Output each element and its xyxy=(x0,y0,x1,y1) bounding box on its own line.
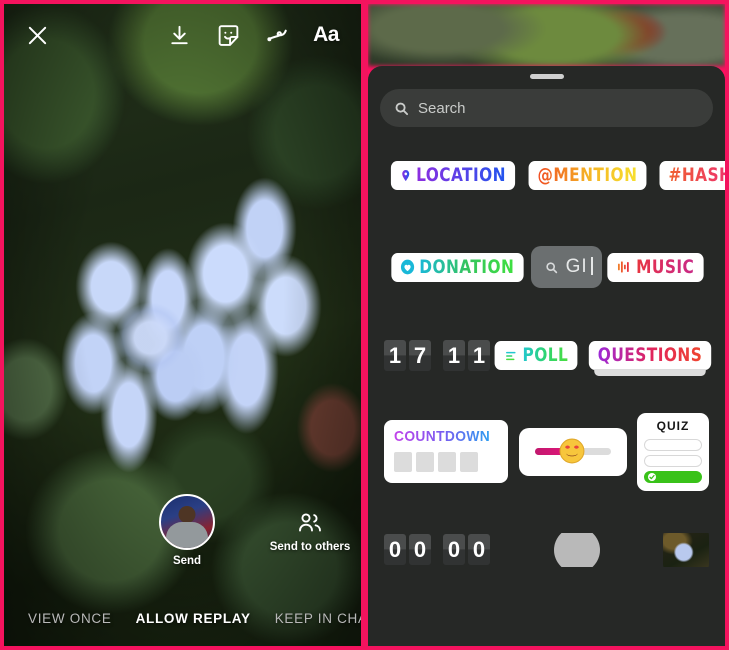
emoji-knob[interactable] xyxy=(559,438,585,464)
blurred-photo-backdrop xyxy=(368,4,725,66)
sticker-circle-partial[interactable] xyxy=(553,532,600,567)
clock-digit: 1 xyxy=(443,340,465,371)
gif-search-value: GI xyxy=(565,256,593,277)
sticker-questions[interactable]: QUESTIONS xyxy=(588,341,712,376)
sticker-label: POLL xyxy=(522,344,569,366)
sticker-mention[interactable]: @MENTION xyxy=(528,161,647,190)
clock-digit: 1 xyxy=(468,340,490,371)
search-icon xyxy=(545,261,557,273)
sticker-tray-panel: Search LOCATION @MENTION #HASHTAG xyxy=(365,0,729,650)
clock-digit: 7 xyxy=(409,340,431,371)
clock-digit: 0 xyxy=(409,534,431,566)
send-button[interactable]: Send xyxy=(154,494,220,567)
sticker-poll[interactable]: POLL xyxy=(494,341,578,370)
sticker-grid: LOCATION @MENTION #HASHTAG DONATION xyxy=(368,127,725,567)
privacy-mode-selector: VIEW ONCE ALLOW REPLAY KEEP IN CHAT xyxy=(4,604,361,632)
sticker-icon[interactable] xyxy=(215,22,242,49)
quiz-option-correct xyxy=(643,470,702,483)
sticker-music[interactable]: MUSIC xyxy=(607,252,704,282)
sticker-quiz[interactable]: QUIZ xyxy=(636,413,709,491)
screenshot-root: Aa Send Send to others VIEW ONCE ALLOW R… xyxy=(0,0,729,650)
send-row: Send Send to others xyxy=(4,494,361,584)
send-label: Send xyxy=(172,555,202,567)
composer-tool-icons: Aa xyxy=(166,22,345,49)
sticker-label: QUESTIONS xyxy=(597,344,703,366)
search-icon xyxy=(395,102,409,115)
sticker-row: LOCATION @MENTION #HASHTAG xyxy=(378,161,725,190)
sticker-clock-partial[interactable]: 0 0 0 0 xyxy=(384,534,490,566)
mode-view-once[interactable]: VIEW ONCE xyxy=(28,611,112,626)
sticker-emoji-slider[interactable] xyxy=(518,427,627,476)
sticker-label: QUIZ xyxy=(656,419,690,433)
sticker-label: @MENTION xyxy=(537,164,638,186)
search-input[interactable]: Search xyxy=(380,89,713,127)
close-icon[interactable] xyxy=(20,18,54,52)
sticker-row-partial: 0 0 0 0 xyxy=(378,532,715,567)
sticker-location[interactable]: LOCATION xyxy=(390,161,515,190)
text-icon[interactable]: Aa xyxy=(313,23,339,47)
sticker-sheet: Search LOCATION @MENTION #HASHTAG xyxy=(368,66,725,646)
composer-top-toolbar: Aa xyxy=(4,4,361,66)
quiz-option xyxy=(643,438,702,451)
heart-icon xyxy=(400,259,415,275)
people-icon xyxy=(257,510,361,536)
sticker-donation[interactable]: DONATION xyxy=(391,252,524,282)
clock-digit: 1 xyxy=(384,340,406,371)
clock-digit: 0 xyxy=(384,534,406,566)
countdown-blocks xyxy=(394,452,478,473)
pin-icon xyxy=(402,169,410,182)
sticker-label: COUNTDOWN xyxy=(394,428,491,446)
avatar xyxy=(159,494,215,550)
sticker-clock[interactable]: 1 7 1 1 xyxy=(384,340,490,371)
sticker-row: DONATION GI MUSIC xyxy=(378,246,715,288)
quiz-option xyxy=(643,454,702,467)
poll-icon xyxy=(506,351,516,360)
sticker-label: DONATION xyxy=(419,255,515,278)
sticker-label: #HASHTAG xyxy=(668,166,725,185)
sticker-gif-search[interactable]: GI xyxy=(530,246,603,288)
mode-allow-replay[interactable]: ALLOW REPLAY xyxy=(136,611,251,626)
sticker-label: MUSIC xyxy=(636,255,695,278)
download-icon[interactable] xyxy=(166,22,193,49)
check-icon xyxy=(647,472,656,481)
sticker-label: LOCATION xyxy=(416,164,506,186)
clock-digit: 0 xyxy=(468,534,490,566)
story-composer-panel: Aa Send Send to others VIEW ONCE ALLOW R… xyxy=(0,0,365,650)
draw-icon[interactable] xyxy=(264,22,291,49)
send-to-others-label: Send to others xyxy=(269,541,351,553)
clock-digit: 0 xyxy=(443,534,465,566)
sticker-hashtag[interactable]: #HASHTAG xyxy=(659,161,725,190)
sheet-grabber[interactable] xyxy=(529,74,564,79)
sticker-photo-partial[interactable] xyxy=(663,532,709,567)
mode-keep-in-chat[interactable]: KEEP IN CHAT xyxy=(275,611,361,626)
sticker-row: 1 7 1 1 POLL QUESTIONS xyxy=(378,340,715,376)
send-to-others-button[interactable]: Send to others xyxy=(257,510,361,553)
search-placeholder: Search xyxy=(418,99,466,117)
slider-track xyxy=(534,438,611,464)
sticker-row: COUNTDOWN QUIZ xyxy=(378,413,715,491)
equalizer-icon xyxy=(618,261,630,273)
sticker-countdown[interactable]: COUNTDOWN xyxy=(384,420,509,484)
